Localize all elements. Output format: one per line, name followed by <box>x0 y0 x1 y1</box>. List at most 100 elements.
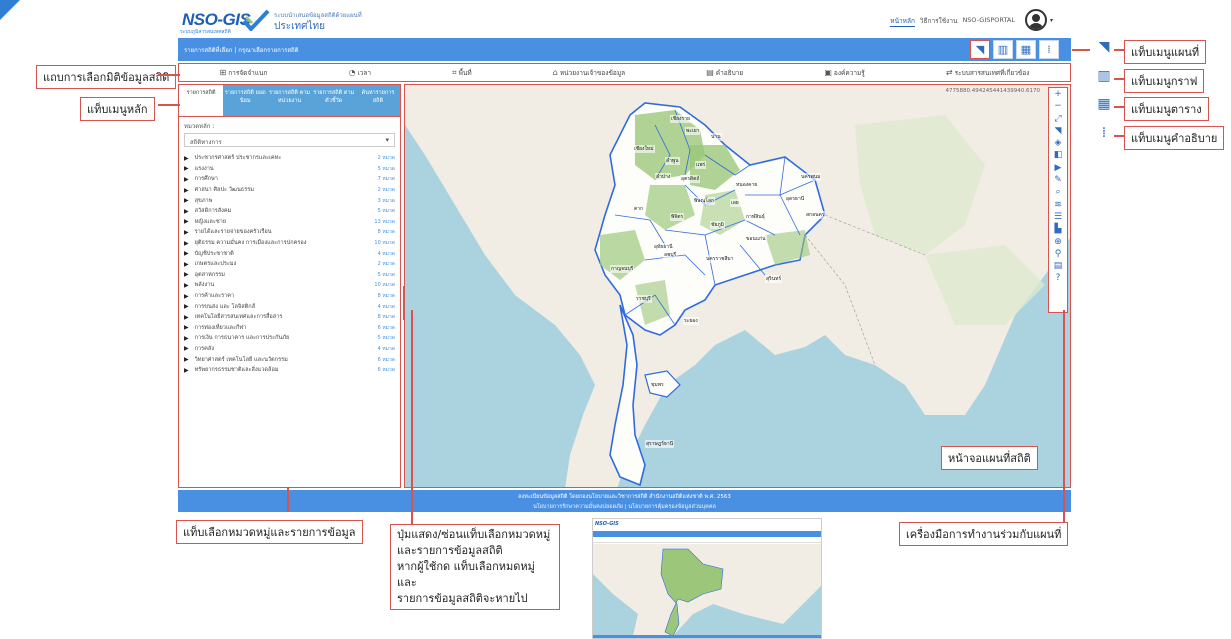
province-label: สุราษฎร์ธานี <box>645 440 675 448</box>
tab-search[interactable]: ค้นหารายการ สถิติ <box>355 85 401 116</box>
category-item[interactable]: ▶ พลังงาน 10 หมวด <box>179 280 400 291</box>
expand-arrow-icon[interactable]: ▶ <box>184 208 189 215</box>
map-tab-button[interactable]: ◥ <box>970 40 990 59</box>
category-count: 4 หมวด <box>377 345 395 352</box>
graph-tab-button[interactable]: ▥ <box>993 40 1013 59</box>
tab-by-agency[interactable]: รายการสถิติ ตามหน่วยงาน <box>267 85 312 116</box>
list-icon[interactable]: ☰ <box>1049 211 1067 223</box>
description-tab-button[interactable]: ⁞ <box>1039 40 1059 59</box>
filter-knowledge[interactable]: ▣ องค์ความรู้ <box>824 68 864 78</box>
table-menu-icon: ▦ <box>1097 96 1111 112</box>
category-item[interactable]: ▶ วิทยาศาสตร์ เทคโนโลยี และนวัตกรรม 6 หมวด <box>179 354 400 365</box>
category-item[interactable]: ▶ ศาสนา ศิลปะ วัฒนธรรม 2 หมวด <box>179 185 400 196</box>
expand-arrow-icon[interactable]: ▶ <box>184 250 189 257</box>
table-icon: ▦ <box>1020 43 1032 56</box>
map-view[interactable]: เชียงราย พะเยา น่าน เชียงใหม่ ลำพูน แพร่ ลำปาง… <box>404 84 1071 488</box>
search-icon[interactable]: ⌕ <box>1049 186 1067 198</box>
filter-agency[interactable]: ⌂ หน่วยงานเจ้าของข้อมูล <box>553 68 625 78</box>
category-item[interactable]: ▶ เทคโนโลยีสารสนเทศและการสื่อสาร 8 หมวด <box>179 312 400 323</box>
category-item[interactable]: ▶ อุตสาหกรรม 5 หมวด <box>179 270 400 281</box>
nav-home[interactable]: หน้าหลัก <box>890 16 915 27</box>
province-label: ลำปาง <box>655 173 672 181</box>
nav-portal[interactable]: NSO-GISPORTAL <box>962 16 1015 27</box>
filter-related-systems[interactable]: ⇄ ระบบสารสนเทศที่เกี่ยวข้อง <box>946 68 1030 78</box>
globe-icon[interactable]: ⊕ <box>1049 236 1067 248</box>
province-label: น่าน <box>710 133 722 141</box>
category-item[interactable]: ▶ บัญชีประชาชาติ 4 หมวด <box>179 248 400 259</box>
category-item[interactable]: ▶ การท่องเที่ยวและกีฬา 6 หมวด <box>179 323 400 334</box>
expand-arrow-icon[interactable]: ▶ <box>184 324 189 331</box>
tab-by-indicator[interactable]: รายการสถิติ ตามตัวชี้วัด <box>311 85 356 116</box>
expand-arrow-icon[interactable]: ▶ <box>184 240 189 247</box>
expand-arrow-icon[interactable]: ▶ <box>184 303 189 310</box>
category-item[interactable]: ▶ สวัสดิการสังคม 5 หมวด <box>179 206 400 217</box>
filter-area[interactable]: ⌗ พื้นที่ <box>452 68 472 78</box>
expand-arrow-icon[interactable]: ▶ <box>184 187 189 194</box>
filter-classification[interactable]: ⊞ การจัดจำแนก <box>220 68 268 78</box>
category-item[interactable]: ▶ การค้าและราคา 8 หมวด <box>179 291 400 302</box>
category-item[interactable]: ▶ การขนส่ง และ โลจิสติกส์ 4 หมวด <box>179 301 400 312</box>
table-tab-button[interactable]: ▦ <box>1016 40 1036 59</box>
tab-popular[interactable]: รายการสถิติ ยอดนิยม <box>223 85 268 116</box>
expand-arrow-icon[interactable]: ▶ <box>184 155 189 162</box>
category-item[interactable]: ▶ แรงงาน 5 หมวด <box>179 164 400 175</box>
chart-icon[interactable]: ▤ <box>1049 260 1067 272</box>
expand-arrow-icon[interactable]: ▶ <box>184 165 189 172</box>
category-panel: รายการสถิติ รายการสถิติ ยอดนิยม รายการสถ… <box>178 84 401 488</box>
expand-arrow-icon[interactable]: ▶ <box>184 176 189 183</box>
category-item[interactable]: ▶ ประชากรศาสตร์ ประชากรและเคหะ 2 หมวด <box>179 153 400 164</box>
zoom-in-icon[interactable]: + <box>1049 88 1067 100</box>
filter-description[interactable]: ▤ คำอธิบาย <box>706 68 743 78</box>
footer-line1: ลงทะเบียนข้อมูลสถิติ โดยกองนโยบายและวิชา… <box>518 494 731 500</box>
category-item[interactable]: ▶ การเงิน การธนาคาร และการประกันภัย 5 หมวด <box>179 333 400 344</box>
expand-arrow-icon[interactable]: ▶ <box>184 367 189 374</box>
swipe-icon[interactable]: ◧ <box>1049 149 1067 161</box>
fullscreen-icon[interactable]: ⤢ <box>1049 113 1067 125</box>
graph-menu-icon: ▥ <box>1097 68 1111 84</box>
help-icon[interactable]: ? <box>1049 272 1067 284</box>
avatar[interactable] <box>1025 9 1047 31</box>
expand-arrow-icon[interactable]: ▶ <box>184 356 189 363</box>
expand-arrow-icon[interactable]: ▶ <box>184 335 189 342</box>
expand-arrow-icon[interactable]: ▶ <box>184 261 189 268</box>
layers-icon[interactable]: ≋ <box>1049 199 1067 211</box>
category-item[interactable]: ▶ ยุติธรรม ความมั่นคง การเมืองและการปกครอ… <box>179 238 400 249</box>
category-item[interactable]: ▶ สุขภาพ 3 หมวด <box>179 195 400 206</box>
expand-arrow-icon[interactable]: ▶ <box>184 282 189 289</box>
measure-icon[interactable]: ✎ <box>1049 174 1067 186</box>
expand-arrow-icon[interactable]: ▶ <box>184 197 189 204</box>
logo-check-icon <box>242 9 270 31</box>
logo-text[interactable]: NSO-GIS <box>182 10 251 30</box>
nav-howto[interactable]: วิธีการใช้งาน <box>920 16 958 27</box>
tab-stat-list[interactable]: รายการสถิติ <box>179 85 224 116</box>
filter-icon[interactable]: ⚲ <box>1049 248 1067 260</box>
category-item[interactable]: ▶ การคลัง 4 หมวด <box>179 344 400 355</box>
expand-arrow-icon[interactable]: ▶ <box>184 271 189 278</box>
category-item[interactable]: ▶ หญิงและชาย 13 หมวด <box>179 217 400 228</box>
expand-arrow-icon[interactable]: ▶ <box>184 218 189 225</box>
map-canvas[interactable] <box>405 85 1071 488</box>
thumb-map <box>593 544 821 636</box>
category-name: เทคโนโลยีสารสนเทศและการสื่อสาร <box>194 314 283 321</box>
category-count: 5 หมวด <box>377 208 395 215</box>
play-icon[interactable]: ▶ <box>1049 162 1067 174</box>
expand-arrow-icon[interactable]: ▶ <box>184 345 189 352</box>
category-item[interactable]: ▶ เกษตรและประมง 2 หมวด <box>179 259 400 270</box>
category-item[interactable]: ▶ รายได้และรายจ่ายของครัวเรือน 8 หมวด <box>179 227 400 238</box>
filter-time[interactable]: ◔ เวลา <box>349 68 372 78</box>
category-item[interactable]: ▶ ทรัพยากรธรรมชาติและสิ่งแวดล้อม 6 หมวด <box>179 365 400 376</box>
chevron-down-icon[interactable]: ▾ <box>1050 17 1053 24</box>
category-name: ศาสนา ศิลปะ วัฒนธรรม <box>194 187 254 194</box>
logo-subtitle: ระบบภูมิสารสนเทศสถิติ <box>180 29 231 35</box>
callout-toggle: ปุ่มแสดง/ซ่อนแท็บเลือกหมวดหมู่ และรายการ… <box>390 524 560 610</box>
zoom-out-icon[interactable]: − <box>1049 100 1067 112</box>
extent-icon[interactable]: ◥ <box>1049 125 1067 137</box>
expand-arrow-icon[interactable]: ▶ <box>184 293 189 300</box>
category-select[interactable]: สถิติทางการ <box>184 133 395 147</box>
layer-drop-icon[interactable]: ◈ <box>1049 137 1067 149</box>
legend-icon[interactable]: ▙ <box>1049 223 1067 235</box>
coordinate-readout: 4775880.494245441439940.6170 <box>945 88 1040 94</box>
expand-arrow-icon[interactable]: ▶ <box>184 229 189 236</box>
expand-arrow-icon[interactable]: ▶ <box>184 314 189 321</box>
category-item[interactable]: ▶ การศึกษา 7 หมวด <box>179 174 400 185</box>
